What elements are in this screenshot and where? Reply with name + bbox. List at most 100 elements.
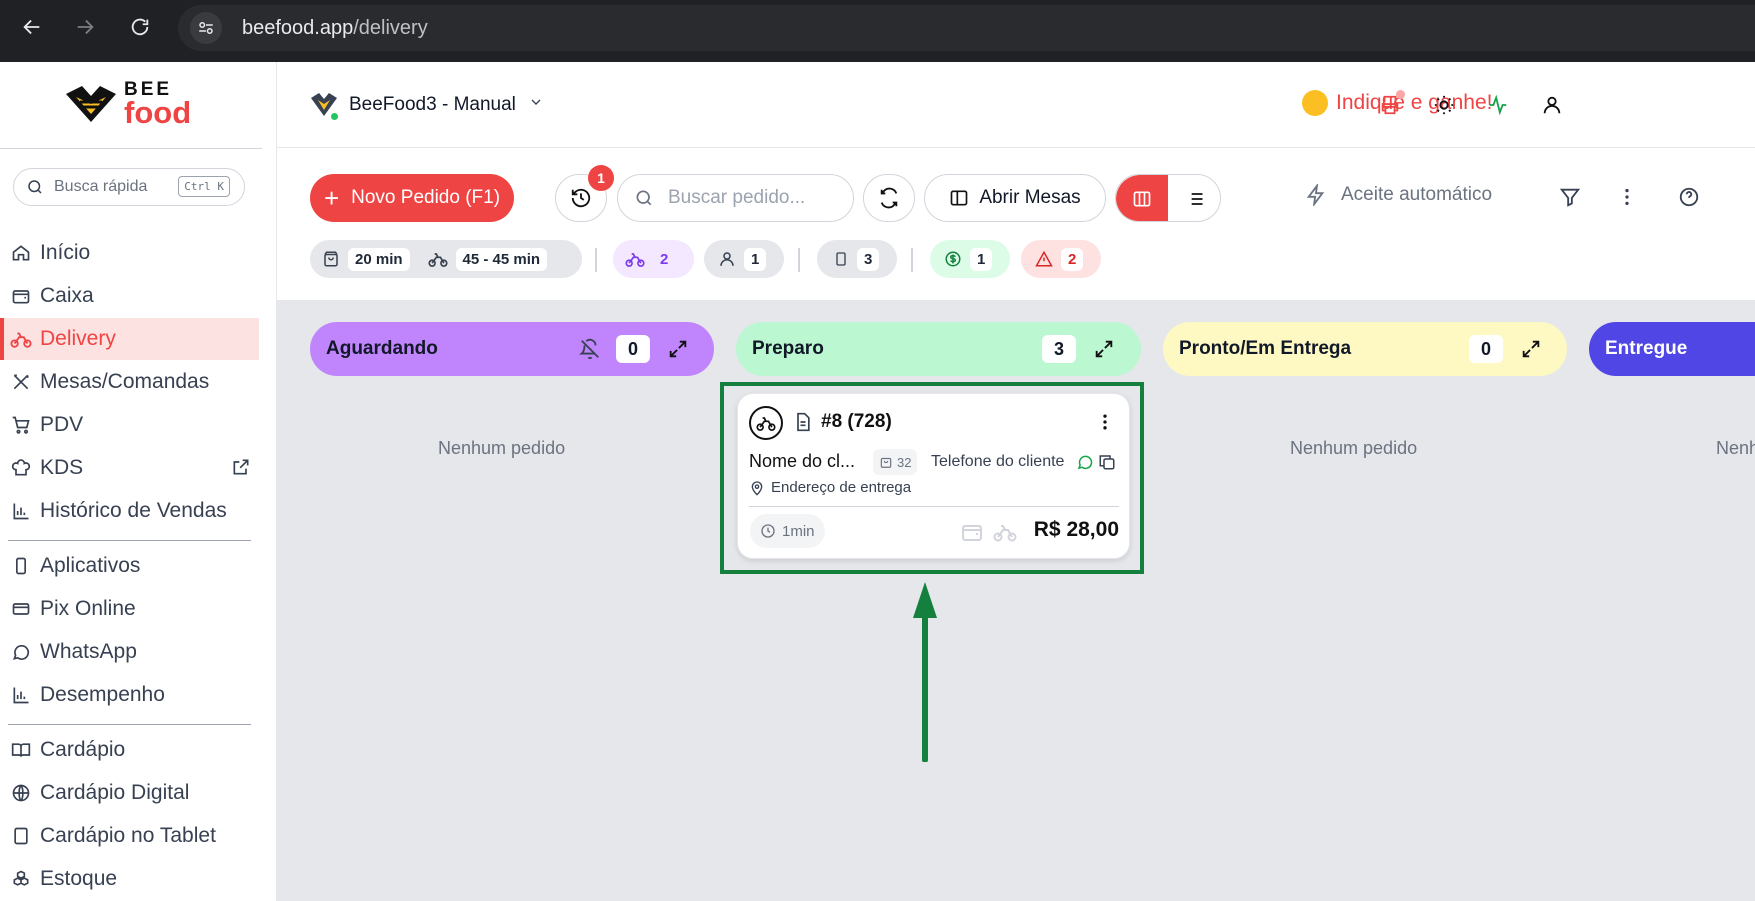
- order-history-button[interactable]: 1: [555, 165, 614, 222]
- delivery-count-badge[interactable]: 2: [613, 240, 694, 278]
- boxes-icon: [10, 868, 32, 890]
- bike-icon: [625, 253, 645, 267]
- expand-icon[interactable]: [666, 337, 690, 361]
- online-status-dot: [329, 111, 340, 122]
- sidebar-item-cardapio-digital[interactable]: Cardápio Digital: [0, 772, 259, 814]
- sidebar-item-label: Desempenho: [40, 683, 165, 706]
- sidebar-item-cardapio[interactable]: Cardápio: [0, 729, 259, 771]
- store-selector[interactable]: BeeFood3 - Manual: [309, 90, 544, 122]
- sidebar-item-label: Aplicativos: [40, 554, 141, 577]
- activity-icon[interactable]: [1485, 92, 1511, 118]
- map-pin-icon: [751, 480, 763, 496]
- alert-orders-badge[interactable]: 2: [1021, 240, 1101, 278]
- sidebar-separator: [8, 724, 251, 725]
- column-count: 3: [1042, 335, 1076, 363]
- external-link-icon[interactable]: [231, 457, 251, 483]
- quick-search-input[interactable]: Busca rápida Ctrl K: [13, 168, 245, 206]
- phone-icon: [10, 555, 32, 577]
- user-icon[interactable]: [1539, 92, 1565, 118]
- sidebar-item-inicio[interactable]: Início: [0, 232, 259, 274]
- auto-accept-label: Aceite automático: [1341, 184, 1493, 205]
- logo-text-bottom: food: [124, 95, 192, 130]
- order-search-placeholder: Buscar pedido...: [668, 187, 806, 208]
- column-aguardando: Aguardando 0: [310, 322, 714, 376]
- sidebar-item-historico[interactable]: Histórico de Vendas: [0, 490, 259, 532]
- help-icon[interactable]: [1676, 184, 1702, 210]
- app-orders-badge[interactable]: 3: [817, 240, 897, 278]
- columns-icon: [950, 190, 968, 206]
- dollar-icon: [945, 251, 961, 267]
- bike-icon: [992, 520, 1018, 549]
- sidebar-item-mesas[interactable]: Mesas/Comandas: [0, 361, 259, 403]
- kanban-view-button[interactable]: [1116, 175, 1168, 221]
- site-settings-icon[interactable]: [190, 12, 222, 44]
- more-options-icon[interactable]: [1614, 184, 1640, 210]
- plus-icon: +: [323, 183, 340, 213]
- empty-column-message: Nenhum pedido: [1716, 438, 1755, 458]
- sidebar-item-cardapio-tablet[interactable]: Cardápio no Tablet: [0, 815, 259, 857]
- refresh-button[interactable]: [863, 174, 915, 222]
- sidebar-item-pdv[interactable]: PDV: [0, 404, 259, 446]
- theme-toggle-icon[interactable]: [1431, 92, 1457, 118]
- expand-icon[interactable]: [1519, 337, 1543, 361]
- delivery-count: 2: [660, 250, 669, 268]
- reload-icon[interactable]: [126, 13, 154, 41]
- customer-name: Nome do cl...: [749, 451, 856, 471]
- time-estimates[interactable]: 20 min 45 - 45 min: [310, 240, 582, 278]
- filter-icon[interactable]: [1557, 184, 1583, 210]
- bell-off-icon[interactable]: [578, 337, 602, 361]
- order-card[interactable]: #8 (728) Nome do cl... 32 Telefone do cl…: [737, 393, 1130, 559]
- clock-icon: [761, 524, 775, 538]
- open-tables-button[interactable]: Abrir Mesas: [924, 174, 1106, 222]
- delivery-time-value: 45 - 45 min: [455, 247, 548, 271]
- more-options-icon[interactable]: [1095, 412, 1115, 437]
- new-order-label: Novo Pedido (F1): [351, 187, 501, 208]
- column-title: Entregue: [1605, 338, 1688, 359]
- chevron-down-icon: [528, 94, 544, 116]
- column-pronto: Pronto/Em Entrega 0: [1163, 322, 1567, 376]
- customer-orders-pill: 32: [873, 449, 918, 475]
- beefood-logo[interactable]: BEE food: [62, 80, 191, 128]
- utensils-icon: [10, 371, 32, 393]
- copy-icon[interactable]: [1098, 453, 1116, 476]
- list-icon: [1187, 193, 1203, 205]
- book-icon: [10, 739, 32, 761]
- sidebar-item-desempenho[interactable]: Desempenho: [0, 674, 259, 716]
- auto-accept-toggle[interactable]: Aceite automático: [1305, 184, 1492, 206]
- search-icon: [28, 180, 42, 194]
- home-icon: [10, 242, 32, 264]
- back-icon[interactable]: [18, 13, 46, 41]
- chat-icon: [10, 641, 32, 663]
- address-bar[interactable]: beefood.app/delivery: [178, 5, 1755, 51]
- elapsed-time: 1min: [782, 522, 815, 540]
- sidebar-separator: [8, 540, 251, 541]
- sidebar-item-aplicativos[interactable]: Aplicativos: [0, 545, 259, 587]
- sidebar-item-estoque[interactable]: Estoque: [0, 858, 259, 900]
- wallet-icon: [960, 520, 984, 549]
- delivery-type-icon: [749, 406, 783, 440]
- store-avatar: [309, 90, 340, 122]
- sidebar-item-pix[interactable]: Pix Online: [0, 588, 259, 630]
- tablet-icon: [10, 825, 32, 847]
- sidebar-item-kds[interactable]: KDS: [0, 447, 259, 489]
- pickup-count: 1: [744, 247, 767, 271]
- user-icon: [720, 252, 734, 266]
- paid-orders-badge[interactable]: 1: [930, 240, 1010, 278]
- list-view-button[interactable]: [1170, 175, 1220, 221]
- bar-chart-icon: [10, 684, 32, 706]
- chef-hat-icon: [10, 457, 32, 479]
- forward-icon[interactable]: [71, 13, 99, 41]
- sidebar-item-caixa[interactable]: Caixa: [0, 275, 259, 317]
- sidebar-item-whatsapp[interactable]: WhatsApp: [0, 631, 259, 673]
- printer-icon[interactable]: [1377, 90, 1405, 118]
- new-order-button[interactable]: + Novo Pedido (F1): [310, 174, 514, 222]
- stats-separator: [595, 248, 597, 272]
- expand-icon[interactable]: [1092, 337, 1116, 361]
- whatsapp-icon[interactable]: [1076, 453, 1094, 476]
- pickup-count-badge[interactable]: 1: [704, 240, 784, 278]
- document-icon[interactable]: [793, 412, 813, 437]
- order-search-input[interactable]: Buscar pedido...: [617, 174, 854, 222]
- customer-orders-count: 32: [897, 454, 912, 470]
- bar-chart-icon: [10, 500, 32, 522]
- sidebar-item-delivery[interactable]: Delivery: [0, 318, 259, 360]
